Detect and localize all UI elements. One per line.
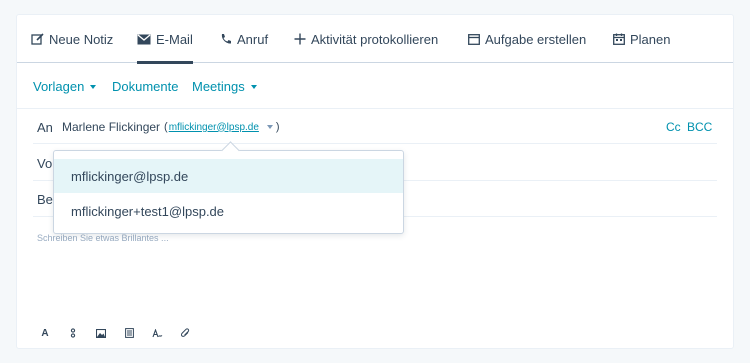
cc-button[interactable]: Cc [666, 120, 681, 134]
tab-new-note[interactable]: Neue Notiz [31, 15, 113, 63]
meetings-label: Meetings [192, 79, 245, 94]
recipient-open-paren: ( [164, 121, 168, 133]
chevron-down-icon[interactable] [266, 125, 273, 129]
tab-schedule[interactable]: Planen [613, 15, 670, 63]
plus-icon [294, 33, 306, 45]
tab-label: Aktivität protokollieren [311, 31, 439, 47]
documents-label: Dokumente [112, 79, 179, 94]
templates-dropdown[interactable]: Vorlagen [33, 79, 97, 94]
email-options-bar: Vorlagen Dokumente Meetings [17, 64, 733, 109]
tab-label: Neue Notiz [49, 31, 114, 47]
tab-create-task[interactable]: Aufgabe erstellen [468, 15, 586, 63]
tab-label: Anruf [237, 31, 269, 47]
email-option[interactable]: mflickinger+test1@lpsp.de [54, 194, 403, 228]
calendar-icon [613, 33, 625, 45]
envelope-icon [137, 34, 151, 45]
documents-link[interactable]: Dokumente [112, 79, 178, 94]
recipient-name: Marlene Flickinger [62, 120, 161, 134]
tab-call[interactable]: Anruf [220, 15, 268, 63]
signature-icon[interactable] [149, 325, 165, 341]
edit-note-icon [31, 32, 44, 46]
activity-tabs: Neue Notiz E-Mail Anruf Aktivität protok… [17, 15, 733, 64]
email-body-editor[interactable]: Schreiben Sie etwas Brillantes ... [37, 233, 169, 243]
recipient-close-paren: ) [275, 121, 280, 133]
email-option[interactable]: mflickinger@lpsp.de [54, 159, 403, 193]
divider [33, 143, 717, 144]
editor-toolbar: A [37, 325, 205, 341]
recipient-email-dropdown: mflickinger@lpsp.de mflickinger+test1@lp… [53, 150, 404, 234]
personalize-icon[interactable] [65, 325, 81, 341]
tab-email[interactable]: E-Mail [137, 15, 193, 64]
caret-down-icon [90, 84, 97, 89]
tab-label: Aufgabe erstellen [485, 31, 587, 47]
recipient-chip[interactable]: Marlene Flickinger ( mflickinger@lpsp.de… [62, 120, 280, 134]
tab-label: Planen [630, 31, 671, 47]
document-icon[interactable] [121, 325, 137, 341]
meetings-dropdown[interactable]: Meetings [192, 79, 257, 94]
text-format-icon[interactable]: A [37, 325, 53, 341]
to-label: An [37, 120, 53, 135]
templates-label: Vorlagen [33, 79, 85, 94]
tab-label: E-Mail [156, 31, 193, 47]
caret-down-icon [250, 84, 257, 89]
tab-log-activity[interactable]: Aktivität protokollieren [294, 15, 438, 63]
recipient-email[interactable]: mflickinger@lpsp.de [169, 122, 259, 133]
task-icon [468, 33, 480, 45]
phone-icon [220, 33, 232, 45]
image-icon[interactable] [93, 325, 109, 341]
attachment-icon[interactable] [177, 325, 193, 341]
bcc-button[interactable]: BCC [687, 120, 712, 134]
